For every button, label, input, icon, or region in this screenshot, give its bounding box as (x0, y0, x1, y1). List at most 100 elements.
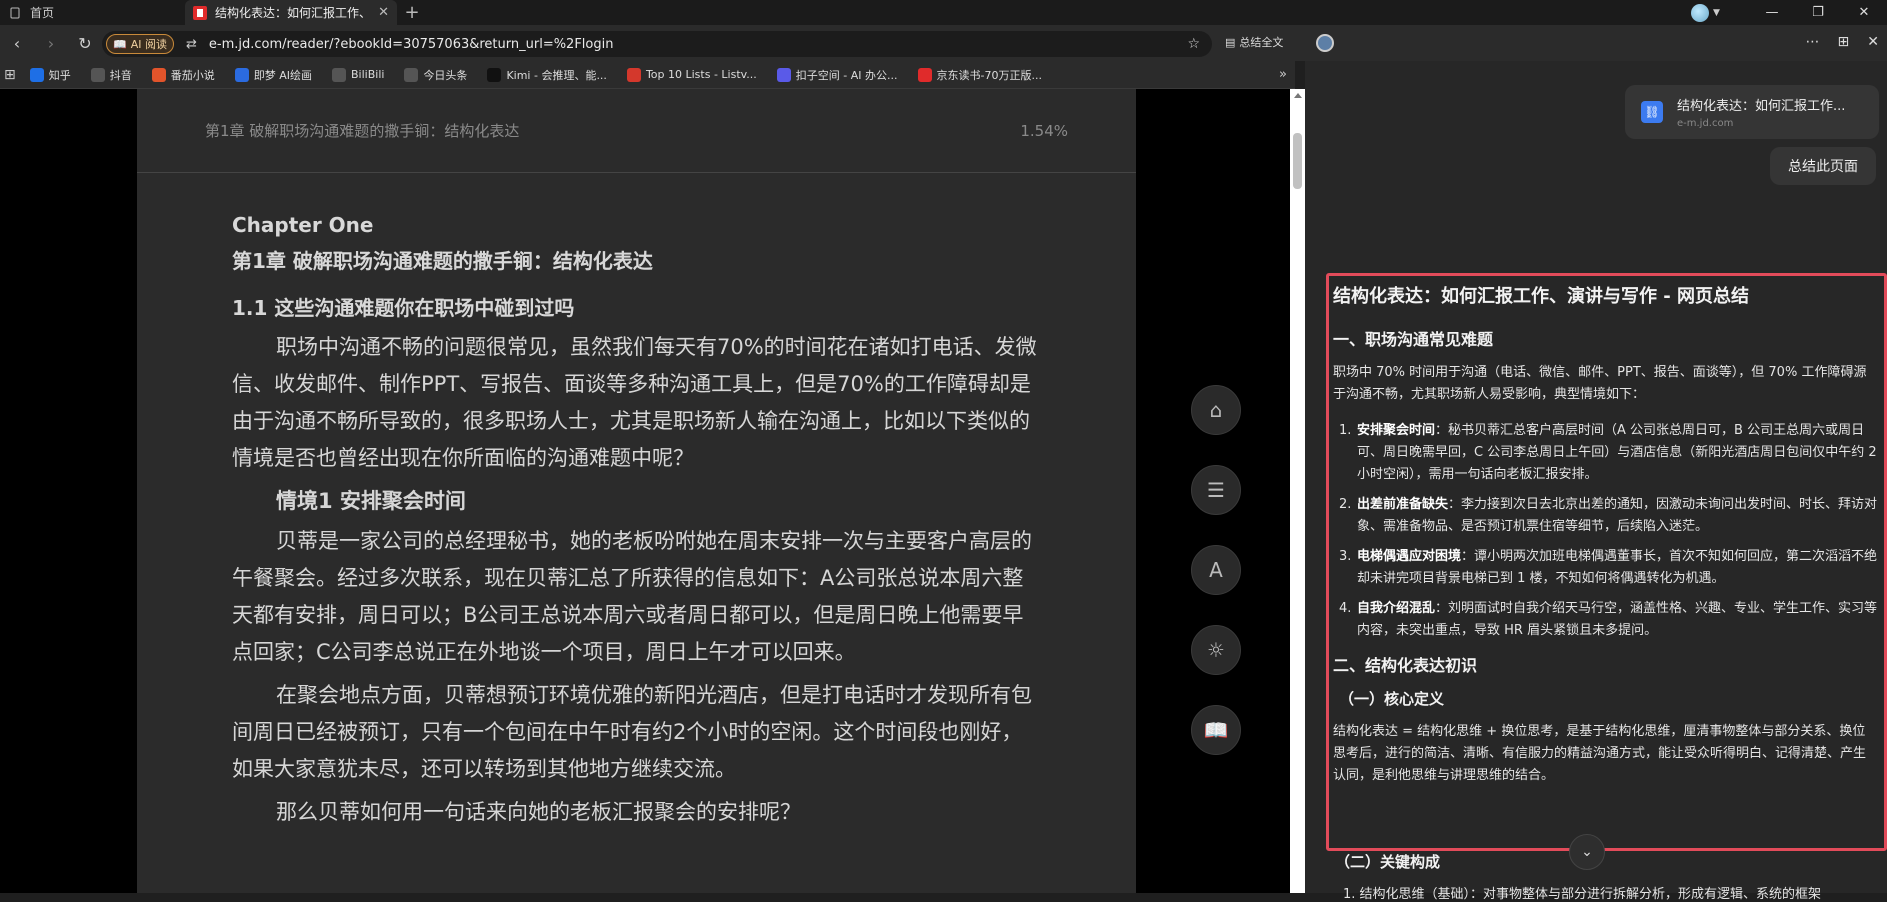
home-icon[interactable]: ⌂ (1191, 385, 1241, 435)
globe-icon (332, 67, 346, 82)
summary-subheading-1: （一）核心定义 (1339, 690, 1445, 708)
tab-home-label: 首页 (30, 6, 55, 20)
bookmark-item[interactable]: 扣子空间 - AI 办公... (776, 67, 898, 83)
jimeng-icon (234, 67, 249, 82)
bookmark-item[interactable]: 知乎 (29, 67, 71, 83)
profile-button[interactable]: ▼ (1691, 2, 1731, 24)
tab-active-label: 结构化表达：如何汇报工作、演讲与写作 (215, 6, 365, 20)
bookmark-label: 即梦 AI绘画 (253, 68, 312, 82)
paragraph: 那么贝蒂如何用一句话来向她的老板汇报聚会的安排呢？ (276, 800, 801, 824)
menu-icon[interactable]: ☰ (1191, 465, 1241, 515)
page-icon (8, 6, 22, 20)
site-settings-icon[interactable]: ⇄ (186, 37, 197, 52)
chapter-title-en: Chapter One (232, 213, 374, 237)
reader-toolbar: ⌂ ☰ A ☼ 📖 (1191, 385, 1241, 755)
paragraph: 职场中沟通不畅的问题很常见，虽然我们每天有70%的时间花在诸如打电话、发微信、收… (232, 335, 1037, 470)
bookmark-label: 抖音 (109, 68, 132, 82)
account-avatar[interactable] (1316, 34, 1334, 52)
chapter-header-title: 第1章 破解职场沟通难题的撒手锏：结构化表达 (205, 122, 520, 140)
list-item: 4. 自我介绍混乱：刘明面试时自我介绍天马行空，涵盖性格、兴趣、专业、学生工作、实… (1339, 601, 1878, 638)
bookmark-label: Top 10 Lists - Listv... (645, 68, 757, 81)
omnibox[interactable]: 📖 AI 阅读 ⇄ e-m.jd.com/reader/?ebookId=307… (102, 31, 1212, 57)
chevron-down-icon: ▼ (1713, 7, 1720, 18)
bookmark-item[interactable]: 京东读书-70万正版... (917, 67, 1042, 83)
bookmark-label: 京东读书-70万正版... (936, 68, 1042, 82)
listverse-icon (626, 67, 641, 82)
subsection-title: 情境1 安排聚会时间 (276, 489, 466, 513)
globe-icon (404, 67, 419, 82)
page-header: 第1章 破解职场沟通难题的撒手锏：结构化表达 1.54% (137, 89, 1136, 173)
summary-card: 结构化表达：如何汇报工作、演讲与写作 - 网页总结 一、职场沟通常见难题 职场中… (1326, 273, 1887, 851)
ai-read-button[interactable]: 📖 AI 阅读 (106, 34, 174, 54)
apps-icon[interactable]: ⊞ (4, 67, 16, 83)
scroll-down-button[interactable]: ⌄ (1569, 834, 1605, 870)
source-page-chip[interactable]: ⛓ 结构化表达：如何汇报工作... e-m.jd.com (1625, 85, 1879, 139)
bookmark-star-icon[interactable]: ☆ (1187, 36, 1200, 52)
new-tab-button[interactable]: + (397, 2, 427, 23)
chapter-title-cn: 第1章 破解职场沟通难题的撒手锏：结构化表达 (232, 249, 653, 273)
paragraph: 贝蒂是一家公司的总经理秘书，她的老板吩咐她在周末安排一次与主要客户高层的午餐聚会… (232, 529, 1032, 664)
link-icon: ⛓ (1641, 101, 1663, 123)
tab-home[interactable]: 首页 (0, 0, 185, 25)
jd-reader-icon (193, 5, 207, 20)
url-text[interactable]: e-m.jd.com/reader/?ebookId=30757063&retu… (209, 37, 614, 52)
list-item: 3. 电梯偶遇应对困境：谭小明两次加班电梯偶遇董事长，首次不知如何回应，第二次滔滔… (1339, 549, 1878, 586)
bookmark-item[interactable]: Top 10 Lists - Listv... (626, 67, 757, 82)
bookmark-label: BiliBili (351, 68, 385, 81)
ai-read-label: AI 阅读 (130, 38, 167, 51)
panel-controls: ⋯ ⊞ ✕ (1806, 34, 1887, 50)
coze-icon (776, 67, 791, 82)
close-panel-icon[interactable]: ✕ (1867, 34, 1879, 50)
bookmarks-bar: ⊞ 知乎 抖音 番茄小说 即梦 AI绘画 BiliBili 今日头条 Kimi - 会推理、… (0, 61, 1295, 89)
bookmark-book-icon[interactable]: 📖 (1191, 705, 1241, 755)
more-bookmarks-icon[interactable]: » (1279, 67, 1287, 82)
summary-intro: 职场中 70% 时间用于沟通（电话、微信、邮件、PPT、报告、面谈等），但 70… (1333, 365, 1867, 402)
document-icon: ▤ (1225, 35, 1236, 49)
window-controls: ▼ — ❐ ✕ (1691, 0, 1887, 25)
book-content: Chapter One 第1章 破解职场沟通难题的撒手锏：结构化表达 1.1 这… (137, 173, 1136, 831)
summarize-all-button[interactable]: ▤ 总结全文 (1225, 34, 1283, 50)
tab-bar: 首页 结构化表达：如何汇报工作、演讲与写作 ✕ + ▼ — ❐ ✕ (0, 0, 1887, 25)
ai-side-panel: ⛓ 结构化表达：如何汇报工作... e-m.jd.com 总结此页面 结构化表达… (1305, 61, 1887, 902)
font-icon[interactable]: A (1191, 545, 1241, 595)
section-title: 1.1 这些沟通难题你在职场中碰到过吗 (232, 296, 575, 320)
scroll-up-arrow[interactable] (1294, 93, 1302, 98)
more-icon[interactable]: ⋯ (1806, 34, 1820, 50)
summary-heading-2: 二、结构化表达初识 (1333, 656, 1478, 675)
summary-subheading-2: （二）关键构成 (1335, 853, 1441, 871)
minimize-button[interactable]: — (1749, 5, 1795, 20)
bookmark-label: 番茄小说 (170, 68, 215, 82)
user-message: 总结此页面 (1770, 147, 1876, 185)
reader-area: 第1章 破解职场沟通难题的撒手锏：结构化表达 1.54% Chapter One… (0, 89, 1290, 893)
paragraph: 在聚会地点方面，贝蒂想预订环境优雅的新阳光酒店，但是打电话时才发现所有包间周日已… (232, 683, 1032, 781)
bookmark-item[interactable]: 今日头条 (404, 67, 467, 83)
book-icon: 📖 (113, 37, 127, 51)
bookmark-item[interactable]: 即梦 AI绘画 (234, 67, 312, 83)
summary-definition: 结构化表达 = 结构化思维 + 换位思考，是基于结构化思维，厘清事物整体与部分关… (1333, 724, 1867, 783)
book-page: 第1章 破解职场沟通难题的撒手锏：结构化表达 1.54% Chapter One… (137, 89, 1136, 893)
maximize-button[interactable]: ❐ (1795, 5, 1841, 20)
layout-icon[interactable]: ⊞ (1838, 34, 1850, 50)
tomato-icon (151, 67, 166, 82)
jd-icon (917, 67, 932, 82)
bookmark-item[interactable]: 抖音 (90, 67, 132, 83)
scrollbar-thumb[interactable] (1293, 133, 1302, 189)
list-item: 2. 出差前准备缺失：李力接到次日去北京出差的通知，因激动未询问出发时间、时长、拜… (1339, 497, 1878, 534)
close-window-button[interactable]: ✕ (1841, 5, 1887, 20)
forward-button[interactable]: › (34, 34, 68, 53)
reload-button[interactable]: ↻ (68, 34, 102, 53)
scrollbar[interactable] (1290, 89, 1305, 893)
avatar (1691, 3, 1709, 22)
chip-domain: e-m.jd.com (1677, 118, 1734, 129)
bookmark-item[interactable]: 番茄小说 (151, 67, 215, 83)
summarize-all-label: 总结全文 (1239, 36, 1284, 49)
tab-active[interactable]: 结构化表达：如何汇报工作、演讲与写作 ✕ (185, 0, 397, 25)
bookmark-label: 知乎 (48, 68, 71, 82)
back-button[interactable]: ‹ (0, 34, 34, 53)
bookmark-item[interactable]: BiliBili (332, 67, 385, 82)
bookmark-item[interactable]: Kimi - 会推理、能... (487, 67, 607, 83)
summary-heading-1: 一、职场沟通常见难题 (1333, 330, 1494, 349)
bookmark-label: Kimi - 会推理、能... (506, 68, 607, 82)
close-tab-icon[interactable]: ✕ (378, 5, 389, 20)
brightness-icon[interactable]: ☼ (1191, 625, 1241, 675)
